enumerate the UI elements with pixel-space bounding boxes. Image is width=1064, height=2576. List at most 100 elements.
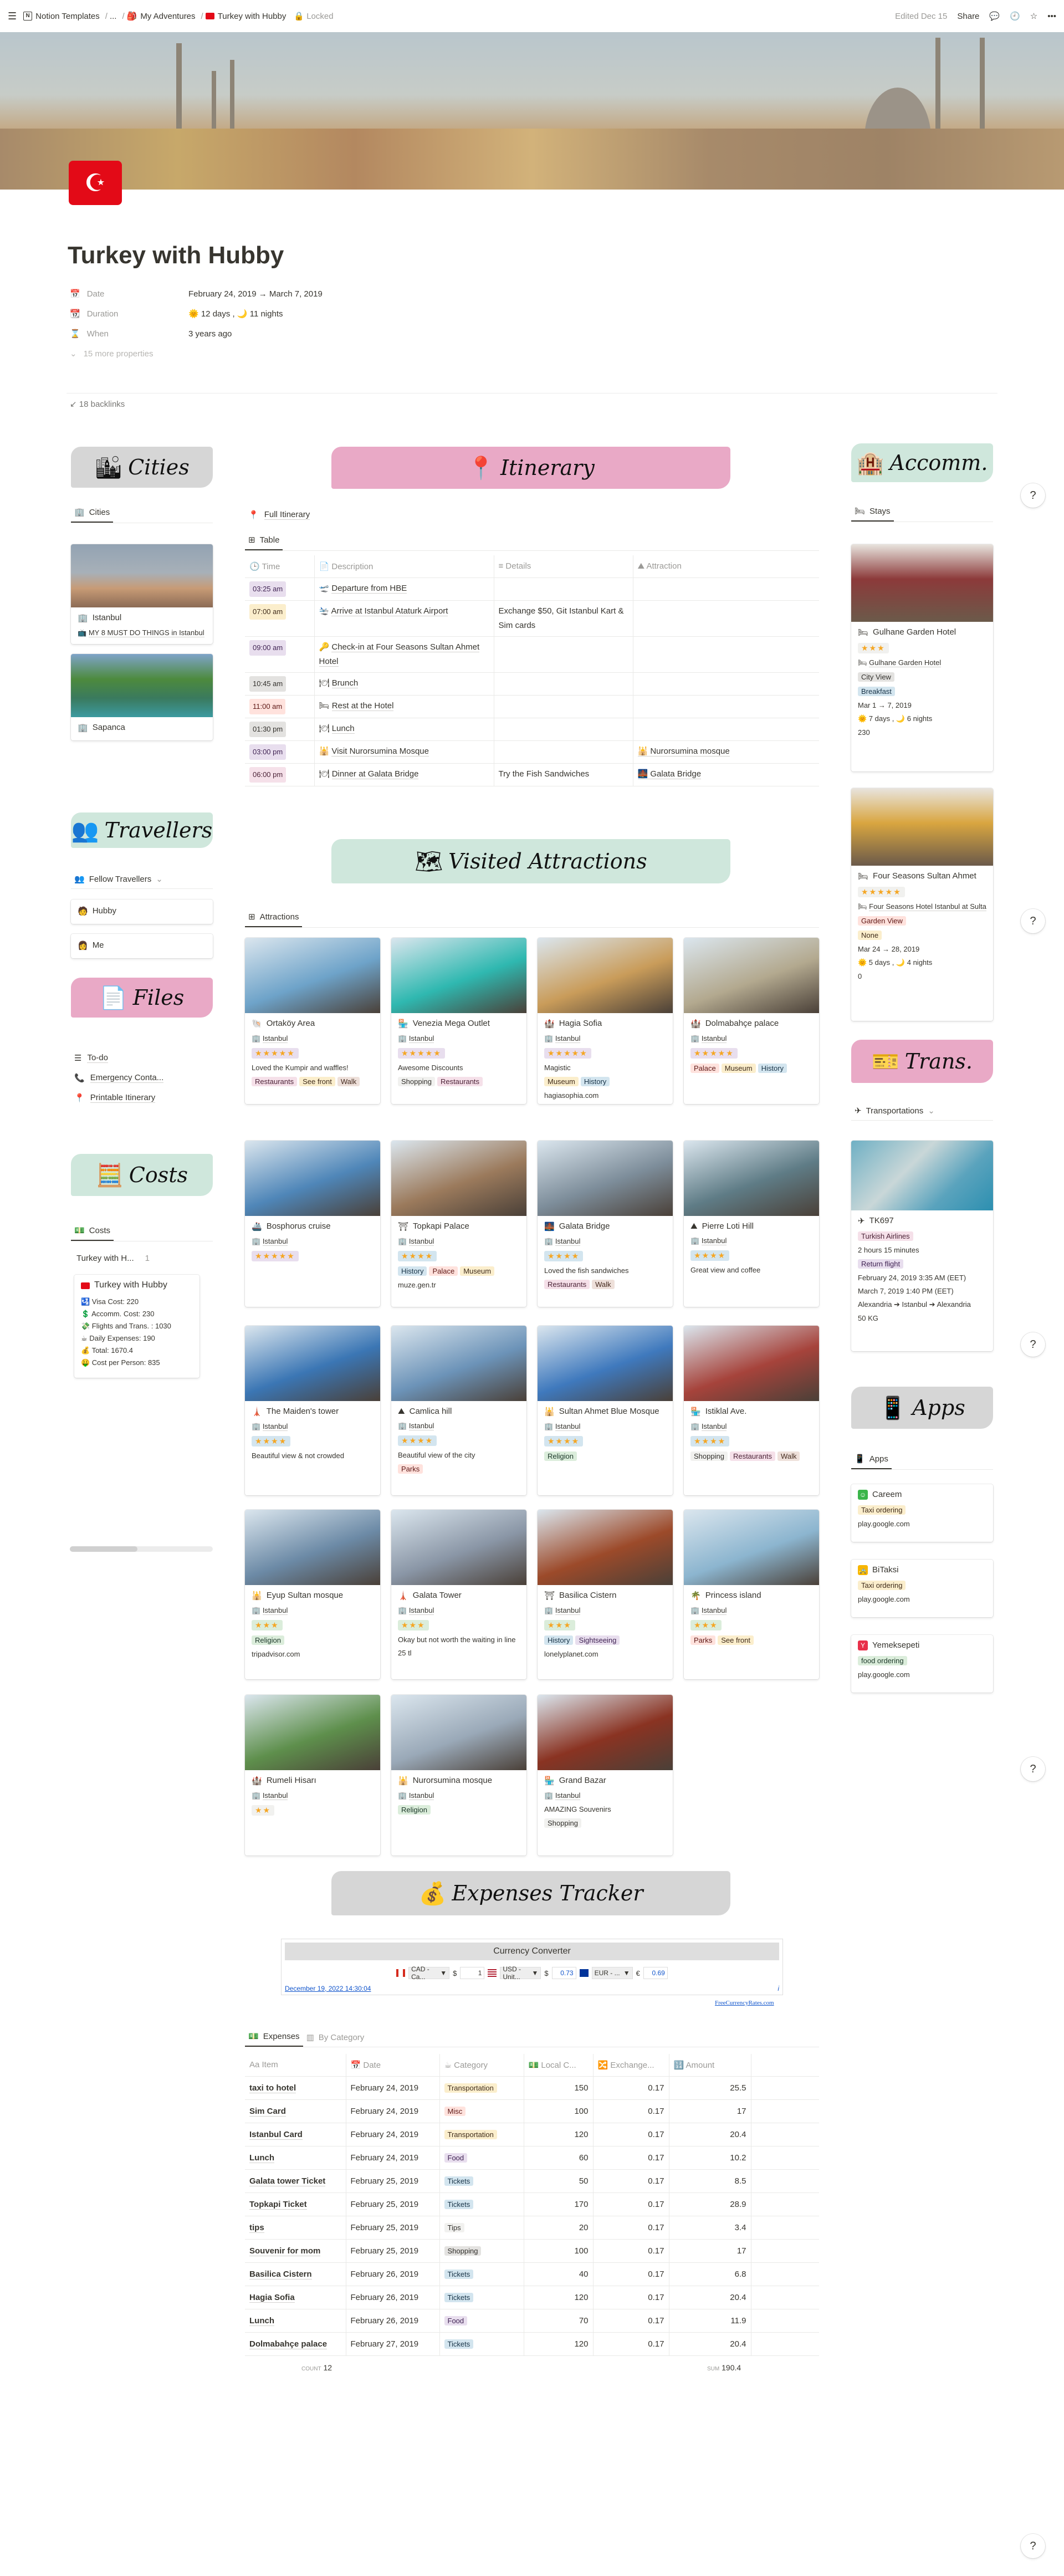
column-time[interactable]: 🕒 Time (245, 555, 315, 578)
column-local-cost[interactable]: 💵 Local C... (524, 2054, 594, 2077)
help-button[interactable]: ? (1021, 2534, 1045, 2558)
city-video-link[interactable]: MY 8 MUST DO THINGS in Istanbul (88, 628, 204, 637)
expense-item[interactable]: Dolmabahçe palace (249, 2339, 328, 2349)
hotel-link[interactable]: Four Seasons Hotel Istanbul at Sultanahm… (869, 902, 986, 911)
expense-row[interactable]: Istanbul Card February 24, 2019 Transporta… (245, 2123, 819, 2146)
tab-apps[interactable]: 📱 Apps (851, 1454, 892, 1469)
files-link-emergency-contacts[interactable]: 📞 Emergency Conta... (74, 1073, 164, 1083)
expense-item[interactable]: Topkapi Ticket (249, 2199, 307, 2210)
itinerary-row[interactable]: 01:30 pm 🍽 Lunch (245, 718, 819, 741)
attraction-card[interactable]: 🗼 The Maiden's tower 🏢 Istanbul ★★★★ Beautif… (245, 1326, 380, 1495)
itinerary-row[interactable]: 11:00 am 🛏 Rest at the Hotel (245, 695, 819, 718)
page-icon-turkey-flag[interactable]: ☪ (69, 161, 122, 205)
expense-item[interactable]: Hagia Sofia (249, 2292, 295, 2303)
column-amount[interactable]: 🔢 Amount (669, 2054, 751, 2077)
city-link[interactable]: Istanbul (701, 1422, 727, 1431)
attraction-link[interactable]: tripadvisor.com (252, 1650, 300, 1658)
help-button[interactable]: ? (1021, 483, 1045, 508)
city-link[interactable]: Istanbul (262, 1034, 288, 1043)
property-date[interactable]: 📅 Date February 24, 2019 → March 7, 2019 (70, 284, 995, 304)
expense-row[interactable]: tips February 25, 2019 Tips 20 0.17 3.4 (245, 2216, 819, 2240)
activity-description[interactable]: Check-in at Four Seasons Sultan Ahmet Ho… (319, 642, 480, 667)
attraction-card[interactable]: 🕌 Eyup Sultan mosque 🏢 Istanbul ★★★ Religion… (245, 1510, 380, 1679)
app-store-link[interactable]: play.google.com (858, 1520, 910, 1528)
to-currency-select-2[interactable]: EUR - ... ▼ (591, 1967, 633, 1979)
expense-item[interactable]: Basilica Cistern (249, 2269, 312, 2279)
activity-description[interactable]: Departure from HBE (331, 583, 407, 594)
expense-item[interactable]: Lunch (249, 2153, 274, 2163)
attraction-card[interactable]: 🌴 Princess island 🏢 Istanbul ★★★ Parks See fr… (684, 1510, 819, 1679)
tab-table[interactable]: ⊞ Table (245, 535, 283, 550)
column-item[interactable]: Aa Item (245, 2054, 346, 2077)
attraction-card[interactable]: 🏰 Dolmabahçe palace 🏢 Istanbul ★★★★★ Palace M… (684, 938, 819, 1104)
column-attraction[interactable]: ⛰ Attraction (633, 555, 819, 578)
attraction-card[interactable]: 🕌 Nurorsumina mosque 🏢 Istanbul Religion (391, 1695, 526, 1856)
city-link[interactable]: Istanbul (408, 1791, 434, 1800)
from-amount-input[interactable]: 1 (460, 1967, 485, 1979)
expense-row[interactable]: Hagia Sofia February 26, 2019 Tickets 120 0.… (245, 2286, 819, 2309)
attraction-card[interactable]: 🏰 Rumeli Hisarı 🏢 Istanbul ★★ (245, 1695, 380, 1856)
itinerary-row[interactable]: 09:00 am 🔑 Check-in at Four Seasons Sulta… (245, 636, 819, 673)
files-link-todo[interactable]: ☰ To-do (74, 1053, 108, 1063)
city-link[interactable]: Istanbul (408, 1606, 434, 1615)
horizontal-scrollbar[interactable] (70, 1546, 213, 1552)
to-currency-select-1[interactable]: USD - Unit... ▼ (500, 1965, 541, 1981)
attraction-card[interactable]: 🏪 Istiklal Ave. 🏢 Istanbul ★★★★ Shopping Rest… (684, 1326, 819, 1495)
expense-item[interactable]: taxi to hotel (249, 2083, 296, 2093)
breadcrumb-my-adventures[interactable]: 🎒 My Adventures (127, 11, 196, 22)
app-card[interactable]: 🚕 BiTaksi Taxi ordering play.google.com (851, 1560, 993, 1617)
attraction-link[interactable]: muze.gen.tr (398, 1281, 436, 1289)
expense-row[interactable]: Dolmabahçe palace February 27, 2019 Ticket… (245, 2332, 819, 2356)
cost-card[interactable]: Turkey with Hubby 🛂 Visa Cost: 220 💲 Acc… (74, 1275, 200, 1378)
breadcrumb-notion-templates[interactable]: N Notion Templates (23, 12, 100, 21)
city-link[interactable]: Istanbul (262, 1237, 288, 1246)
expense-item[interactable]: Souvenir for mom (249, 2246, 321, 2256)
files-link-printable-itinerary[interactable]: 📍 Printable Itinerary (74, 1093, 156, 1103)
column-exchange-rate[interactable]: 🔀 Exchange... (593, 2054, 669, 2077)
itinerary-row[interactable]: 10:45 am 🍽 Brunch (245, 672, 819, 696)
app-store-link[interactable]: play.google.com (858, 1595, 910, 1603)
city-link[interactable]: Istanbul (701, 1606, 727, 1615)
attraction-card[interactable]: 🏪 Venezia Mega Outlet 🏢 Istanbul ★★★★★ Aweso… (391, 938, 526, 1104)
stay-card[interactable]: 🛏 Gulhane Garden Hotel ★★★ 🛏 Gulhane Garden… (851, 544, 993, 771)
hotel-link[interactable]: Gulhane Garden Hotel (869, 658, 942, 667)
attraction-card[interactable]: 🏰 Hagia Sofia 🏢 Istanbul ★★★★★ Magistic Museu… (538, 938, 673, 1104)
city-link[interactable]: Istanbul (555, 1606, 581, 1615)
menu-icon[interactable]: ☰ (8, 11, 17, 22)
itinerary-row[interactable]: 03:00 pm 🕌 Visit Nurorsumina Mosque 🕌 Nuro… (245, 740, 819, 764)
city-link[interactable]: Istanbul (262, 1606, 288, 1615)
column-description[interactable]: 📄 Description (314, 555, 494, 578)
attraction-card[interactable]: 🏪 Grand Bazar 🏢 Istanbul AMAZING Souvenirs S… (538, 1695, 673, 1856)
expense-row[interactable]: taxi to hotel February 24, 2019 Transporta… (245, 2076, 819, 2100)
column-date[interactable]: 📅 Date (346, 2054, 440, 2077)
help-button[interactable]: ? (1021, 909, 1045, 933)
full-itinerary-link[interactable]: 📍 Full Itinerary (248, 510, 310, 520)
city-link[interactable]: Istanbul (555, 1791, 581, 1800)
to-amount-input-2[interactable]: 0.69 (643, 1967, 668, 1979)
activity-description[interactable]: Rest at the Hotel (331, 701, 394, 711)
backlinks-button[interactable]: ↙ 18 backlinks (70, 399, 125, 409)
expense-item[interactable]: Lunch (249, 2316, 274, 2326)
property-duration[interactable]: 📆 Duration 🌞 12 days , 🌙 11 nights (70, 304, 995, 324)
attraction-card[interactable]: 🌉 Galata Bridge 🏢 Istanbul ★★★★ Loved the fi… (538, 1141, 673, 1307)
expense-row[interactable]: Sim Card February 24, 2019 Misc 100 0.17 17 (245, 2099, 819, 2123)
share-button[interactable]: Share (957, 12, 979, 21)
tab-by-category[interactable]: ▥ By Category (303, 2032, 368, 2047)
city-card-istanbul[interactable]: 🏢 Istanbul 📺 MY 8 MUST DO THINGS in Istan… (71, 544, 213, 644)
free-currency-rates-link[interactable]: FreeCurrencyRates.com (715, 2000, 774, 2006)
expense-row[interactable]: Lunch February 24, 2019 Food 60 0.17 10.2 (245, 2146, 819, 2170)
activity-description[interactable]: Dinner at Galata Bridge (331, 769, 419, 779)
city-link[interactable]: Istanbul (408, 1034, 434, 1043)
locked-indicator[interactable]: 🔒 Locked (294, 11, 333, 21)
help-button[interactable]: ? (1021, 1757, 1045, 1781)
transport-card-tk697[interactable]: ✈ TK697 Turkish Airlines 2 hours 15 minut… (851, 1141, 993, 1351)
app-card[interactable]: ☺ Careem Taxi ordering play.google.com (851, 1484, 993, 1542)
tab-expenses[interactable]: 💵 Expenses (245, 2031, 303, 2047)
activity-description[interactable]: Visit Nurorsumina Mosque (331, 746, 429, 757)
costs-group-header[interactable]: Turkey with H... 1 (76, 1254, 150, 1263)
city-link[interactable]: Istanbul (555, 1422, 581, 1431)
breadcrumb-ellipsis[interactable]: ... (110, 12, 117, 21)
tab-stays[interactable]: 🛏 Stays (851, 506, 894, 522)
expense-item[interactable]: Sim Card (249, 2106, 286, 2117)
traveller-card-me[interactable]: 👩 Me (71, 934, 213, 958)
